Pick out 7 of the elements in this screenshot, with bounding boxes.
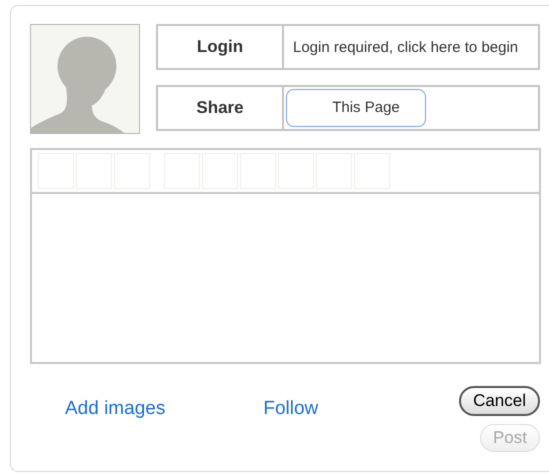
row-label: Login	[158, 26, 284, 68]
login-prompt[interactable]: Login required, click here to begin	[286, 36, 526, 58]
action-link[interactable]: Add images	[65, 395, 166, 424]
action-link[interactable]: Follow	[263, 395, 318, 424]
row-label: Share	[158, 87, 284, 129]
dialog-button[interactable]: Cancel	[459, 386, 540, 416]
share-page-button[interactable]: This Page	[286, 89, 426, 127]
